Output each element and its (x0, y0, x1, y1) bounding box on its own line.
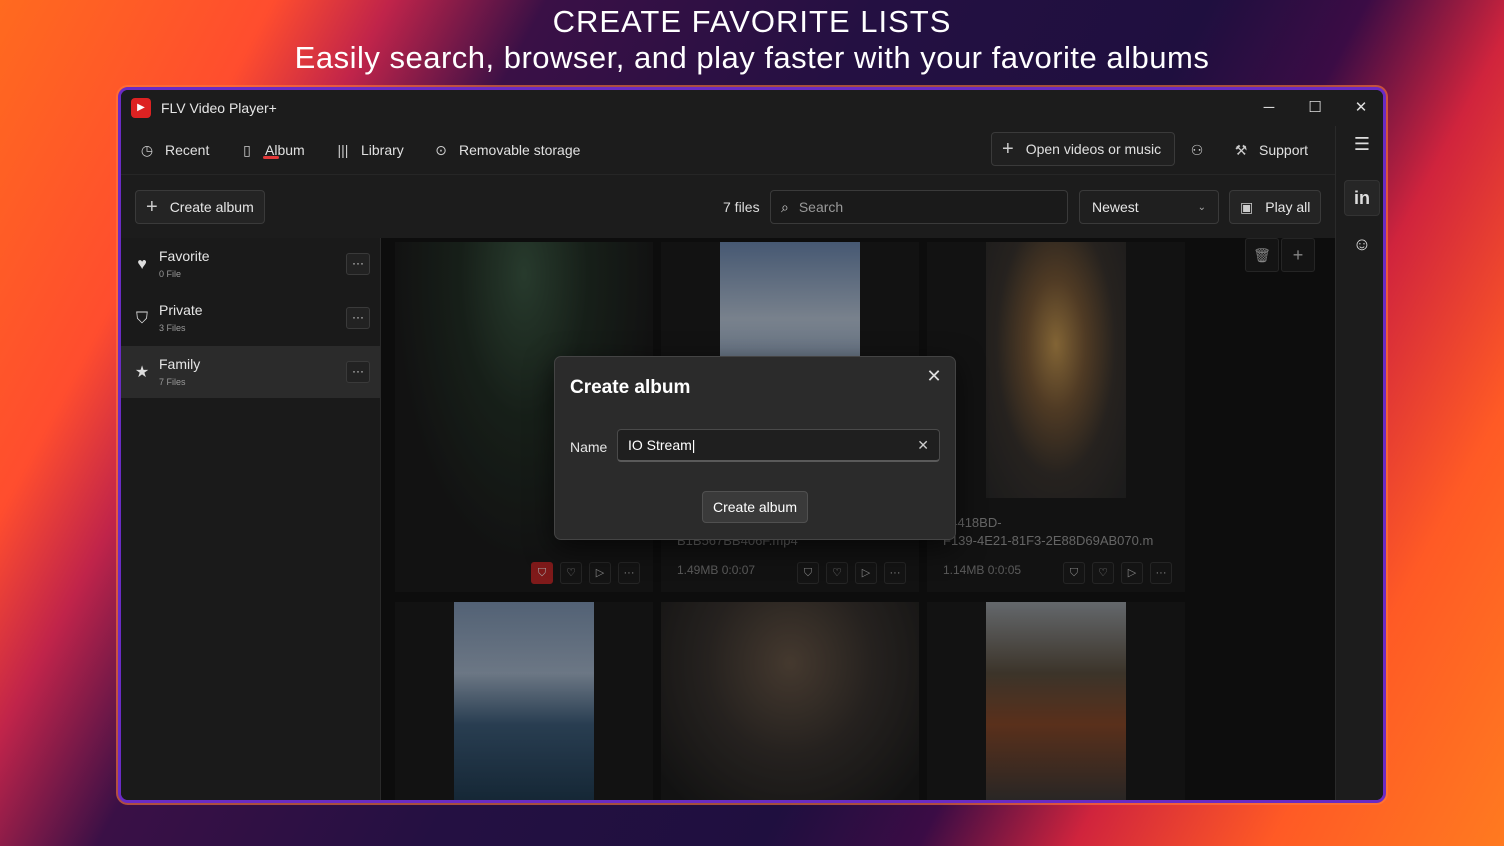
toolbar: + Create album 7 files ⌕ Search Newest ⌄… (121, 174, 1335, 238)
more-button[interactable]: ··· (346, 253, 370, 275)
title-bar: ▶ FLV Video Player+ ─ ☐ ✕ (121, 90, 1383, 126)
nav-library[interactable]: ||| Library (335, 126, 404, 174)
nav-recent[interactable]: ◷ Recent (139, 126, 209, 174)
account-button[interactable]: ⚇ (1189, 126, 1215, 174)
nav-library-label: Library (361, 142, 404, 158)
feedback-button[interactable]: ☺ (1344, 226, 1380, 262)
search-placeholder: Search (798, 199, 844, 215)
chevron-down-icon: ⌄ (1197, 201, 1206, 213)
search-input[interactable]: ⌕ Search (770, 190, 1068, 224)
dialog-title: Create album (570, 377, 691, 398)
wrench-icon: ⚒ (1234, 141, 1248, 158)
star-icon: ★ (134, 364, 150, 381)
album-icon: ▯ (243, 141, 251, 158)
image-icon: ▣ (1240, 198, 1254, 215)
name-label: Name (570, 439, 608, 455)
close-window-button[interactable]: ✕ (1341, 94, 1381, 122)
album-name: Private (159, 302, 203, 318)
play-all-button[interactable]: ▣ Play all (1229, 190, 1321, 224)
more-button[interactable]: ··· (346, 361, 370, 383)
album-item-private[interactable]: ⛉ Private 3 Files ··· (121, 292, 380, 344)
file-count: 7 files (723, 199, 760, 215)
search-icon: ⌕ (781, 198, 789, 215)
album-name: Family (159, 356, 201, 372)
support-button[interactable]: ⚒ Support (1233, 126, 1308, 174)
shield-icon: ⛉ (135, 310, 148, 327)
feedback-icon: ☺ (1352, 233, 1372, 254)
album-name: Favorite (159, 248, 210, 264)
nav-removable-label: Removable storage (459, 142, 581, 158)
nav-recent-label: Recent (165, 142, 210, 158)
album-name-value: IO Stream (628, 437, 692, 453)
nav-album[interactable]: ▯ Album (239, 126, 305, 174)
sort-value: Newest (1092, 199, 1139, 215)
app-logo-icon: ▶ (131, 98, 151, 118)
linkedin-icon: in (1354, 187, 1370, 208)
close-icon: ✕ (926, 366, 942, 386)
album-count: 7 Files (159, 377, 186, 387)
open-videos-button[interactable]: + Open videos or music (991, 132, 1175, 166)
album-count: 0 File (159, 269, 182, 279)
create-album-submit-button[interactable]: Create album (702, 491, 808, 523)
album-sidebar: ♥ Favorite 0 File ··· ⛉ Private 3 Files … (121, 238, 381, 800)
album-name-input[interactable]: IO Stream| ✕ (617, 429, 940, 462)
album-item-favorite[interactable]: ♥ Favorite 0 File ··· (121, 238, 380, 290)
user-settings-icon: ⚇ (1190, 141, 1204, 158)
app-title: FLV Video Player+ (161, 100, 277, 116)
minimize-button[interactable]: ─ (1249, 94, 1289, 122)
menu-button[interactable]: ☰ (1344, 126, 1380, 162)
promo-title: CREATE FAVORITE LISTS (552, 4, 952, 39)
heart-icon: ♥ (137, 256, 147, 273)
support-label: Support (1259, 142, 1309, 158)
linkedin-button[interactable]: in (1344, 180, 1380, 216)
clear-input-icon[interactable]: ✕ (917, 430, 929, 461)
library-icon: ||| (337, 142, 349, 158)
plus-icon: + (1002, 137, 1014, 160)
disc-icon: ⊙ (435, 141, 447, 158)
clock-icon: ◷ (140, 141, 154, 158)
nav-removable-storage[interactable]: ⊙ Removable storage (433, 126, 580, 174)
album-item-family[interactable]: ★ Family 7 Files ··· (121, 346, 380, 398)
right-rail: ☰ in ☺ (1335, 126, 1383, 800)
close-dialog-button[interactable]: ✕ (923, 365, 945, 387)
app-window: ▶ FLV Video Player+ ─ ☐ ✕ ◷ Recent ▯ Alb… (118, 87, 1386, 803)
create-album-button[interactable]: + Create album (135, 190, 265, 224)
album-count: 3 Files (159, 323, 186, 333)
create-album-dialog: Create album ✕ Name IO Stream| ✕ Create … (554, 356, 956, 540)
active-tab-indicator (263, 156, 279, 159)
play-all-label: Play all (1265, 199, 1311, 215)
create-album-label: Create album (169, 199, 254, 215)
hamburger-icon: ☰ (1353, 133, 1371, 154)
maximize-button[interactable]: ☐ (1295, 94, 1335, 122)
plus-icon: + (146, 195, 158, 218)
promo-subtitle: Easily search, browser, and play faster … (294, 40, 1210, 75)
sort-dropdown[interactable]: Newest ⌄ (1079, 190, 1219, 224)
nav-bar: ◷ Recent ▯ Album ||| Library ⊙ Removable… (121, 126, 1335, 174)
more-button[interactable]: ··· (346, 307, 370, 329)
open-videos-label: Open videos or music (1025, 141, 1162, 157)
